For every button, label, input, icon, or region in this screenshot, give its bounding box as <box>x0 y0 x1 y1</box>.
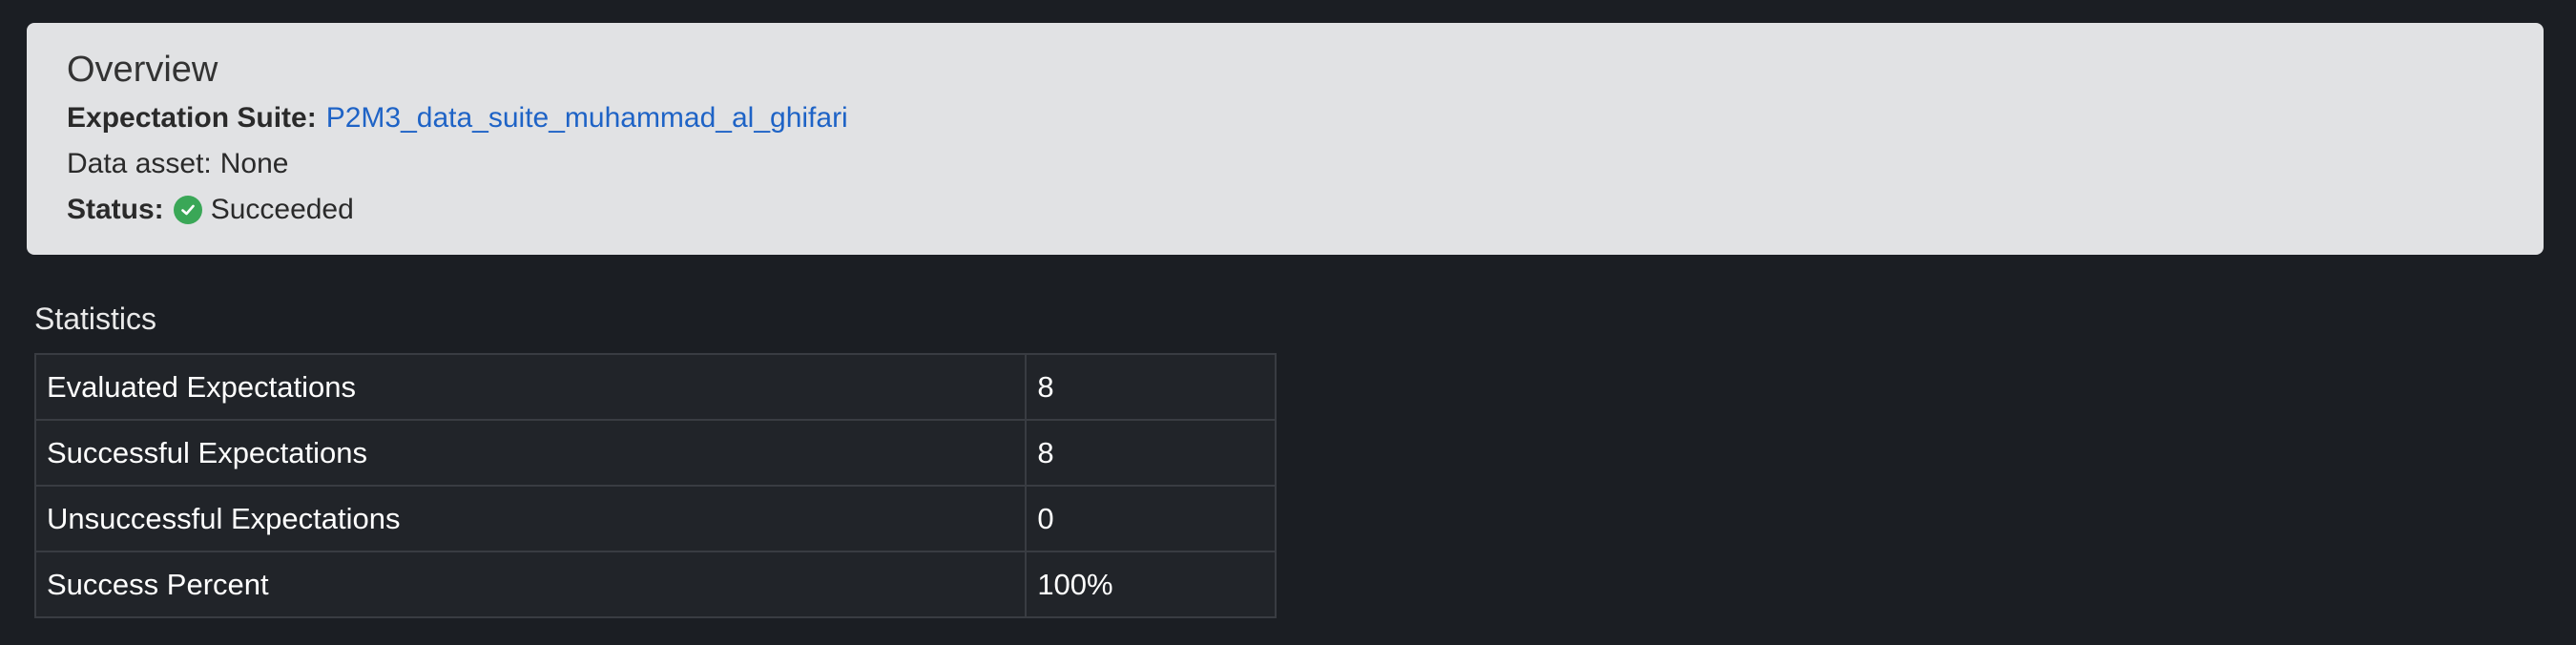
table-row: Unsuccessful Expectations 0 <box>33 485 1277 552</box>
stat-value: 100% <box>1025 551 1277 618</box>
data-asset-label: Data asset: <box>67 148 212 179</box>
overview-card: Overview Expectation Suite: P2M3_data_su… <box>27 23 2544 255</box>
table-row: Successful Expectations 8 <box>33 419 1277 487</box>
stat-label: Unsuccessful Expectations <box>33 485 1028 552</box>
stat-label: Successful Expectations <box>33 419 1028 487</box>
check-circle-icon <box>173 196 202 224</box>
stat-label: Success Percent <box>33 551 1028 618</box>
expectation-suite-label: Expectation Suite: <box>67 102 317 134</box>
stat-value: 8 <box>1025 353 1277 421</box>
stat-value: 0 <box>1025 485 1277 552</box>
status-value: Succeeded <box>210 194 354 225</box>
stat-value: 8 <box>1025 419 1277 487</box>
statistics-table: Evaluated Expectations 8 Successful Expe… <box>33 353 1277 618</box>
expectation-suite-row: Expectation Suite: P2M3_data_suite_muham… <box>67 95 2503 141</box>
statistics-heading: Statistics <box>34 302 157 336</box>
expectation-suite-link[interactable]: P2M3_data_suite_muhammad_al_ghifari <box>326 95 848 141</box>
table-row: Success Percent 100% <box>33 551 1277 618</box>
overview-title: Overview <box>67 50 218 90</box>
stat-label: Evaluated Expectations <box>33 353 1028 421</box>
status-label: Status: <box>67 194 164 225</box>
data-asset-row: Data asset: None <box>67 141 2503 187</box>
data-asset-value: None <box>219 148 289 179</box>
table-row: Evaluated Expectations 8 <box>33 353 1277 421</box>
status-row: Status: Succeeded <box>67 187 2503 233</box>
